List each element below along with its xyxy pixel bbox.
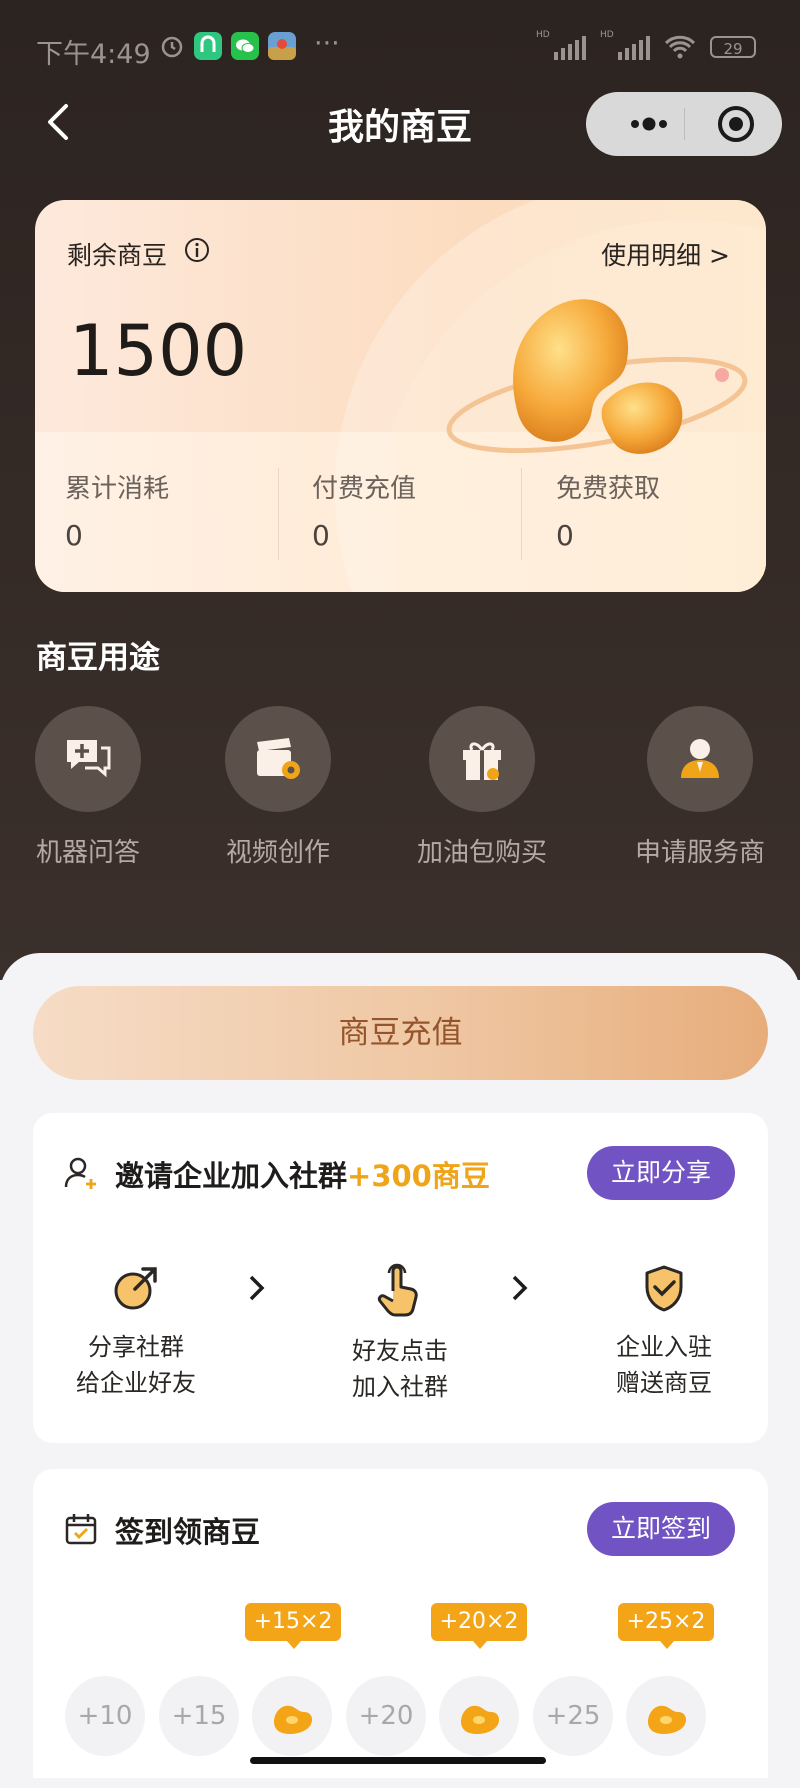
balance-value: 1500 xyxy=(69,310,248,392)
invite-step-share: 分享社群 给企业好友 xyxy=(36,1263,236,1401)
capsule-divider xyxy=(684,108,685,140)
bean-icon xyxy=(648,1705,686,1734)
more-notifications-icon: ··· xyxy=(314,28,340,59)
calendar-icon xyxy=(65,1514,97,1545)
close-miniprogram-icon[interactable] xyxy=(716,104,756,144)
checkin-day-1: +10 xyxy=(65,1676,145,1756)
use-item-video-creation[interactable]: 视频创作 xyxy=(203,706,353,869)
bonus-badge: +20×2 xyxy=(431,1603,527,1649)
home-indicator[interactable] xyxy=(250,1757,546,1764)
balance-label: 剩余商豆 xyxy=(67,241,168,270)
gift-icon xyxy=(463,742,501,780)
battery-icon: 29 xyxy=(710,36,756,58)
share-now-button[interactable]: 立即分享 xyxy=(587,1146,735,1200)
checkin-day-3 xyxy=(252,1676,332,1756)
shield-check-icon xyxy=(645,1265,683,1312)
miniprogram-capsule xyxy=(586,92,782,156)
wifi-icon xyxy=(664,35,696,59)
status-time: 下午4:49 xyxy=(36,39,151,70)
invite-panel: 邀请企业加入社群+300商豆 立即分享 分享社群 给企业好友 好友点击 加入社群 企… xyxy=(33,1113,768,1443)
invite-bonus: +300商豆 xyxy=(347,1159,490,1193)
app-notification-icon xyxy=(194,32,222,60)
alarm-icon xyxy=(161,36,183,58)
recharge-button[interactable]: 商豆充值 xyxy=(33,986,768,1080)
invite-step-settle: 企业入驻 赠送商豆 xyxy=(564,1263,764,1401)
stat-free-obtained: 免费获取 0 xyxy=(556,474,661,552)
hand-tap-icon xyxy=(377,1263,418,1317)
video-settings-icon xyxy=(257,738,300,779)
bonus-badge: +15×2 xyxy=(245,1603,341,1649)
chevron-right-icon xyxy=(249,1275,265,1301)
stat-divider xyxy=(521,468,522,560)
bean-icon xyxy=(461,1705,499,1734)
add-user-icon xyxy=(64,1157,96,1189)
chat-add-icon xyxy=(67,740,111,778)
checkin-day-7 xyxy=(626,1676,706,1756)
checkin-day-2: +15 xyxy=(159,1676,239,1756)
bonus-badge: +25×2 xyxy=(618,1603,714,1649)
use-item-apply-provider[interactable]: 申请服务商 xyxy=(625,706,775,869)
checkin-day-4: +20 xyxy=(346,1676,426,1756)
user-icon xyxy=(681,739,719,778)
checkin-day-5 xyxy=(439,1676,519,1756)
game-app-icon xyxy=(268,32,296,60)
checkin-title: 签到领商豆 xyxy=(115,1515,261,1549)
checkin-day-6: +25 xyxy=(533,1676,613,1756)
balance-card: 剩余商豆 使用明细 > 1500 累计消耗 0 付费充值 0 免费获取 0 xyxy=(35,200,766,592)
invite-step-join: 好友点击 加入社群 xyxy=(300,1263,500,1405)
use-item-robot-qa[interactable]: 机器问答 xyxy=(13,706,163,869)
wechat-icon xyxy=(231,32,259,60)
signal-icon-2: HD xyxy=(600,30,650,60)
share-icon xyxy=(114,1267,157,1310)
stat-total-consumed: 累计消耗 0 xyxy=(65,474,170,552)
more-icon[interactable] xyxy=(614,92,684,156)
stat-paid-recharge: 付费充值 0 xyxy=(312,474,417,552)
checkin-now-button[interactable]: 立即签到 xyxy=(587,1502,735,1556)
use-item-addon-purchase[interactable]: 加油包购买 xyxy=(407,706,557,869)
signal-icon: HD xyxy=(536,30,586,60)
stat-divider xyxy=(278,468,279,560)
bean-icon xyxy=(274,1705,312,1734)
chevron-right-icon xyxy=(512,1275,528,1301)
status-bar: 下午4:49 ··· HD HD 29 xyxy=(0,0,800,95)
info-icon[interactable] xyxy=(183,236,211,264)
uses-section-title: 商豆用途 xyxy=(36,640,160,676)
invite-title: 邀请企业加入社群+300商豆 xyxy=(115,1159,490,1193)
